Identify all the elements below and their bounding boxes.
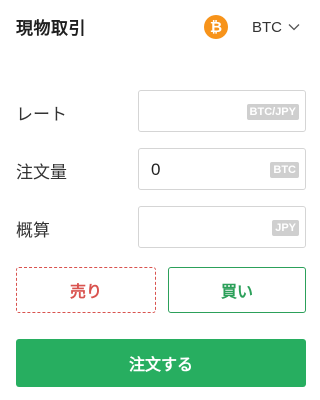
place-order-button[interactable]: 注文する	[16, 339, 306, 387]
estimate-input[interactable]: JPY	[138, 206, 306, 248]
sell-button[interactable]: 売り	[16, 267, 156, 313]
bitcoin-icon: ₿	[204, 15, 228, 39]
rate-unit-badge: BTC/JPY	[246, 104, 299, 120]
amount-value: 0	[151, 160, 161, 179]
amount-unit-badge: BTC	[270, 162, 299, 178]
amount-input[interactable]: 0 BTC	[138, 148, 306, 190]
estimate-unit-badge: JPY	[272, 220, 299, 236]
currency-label: BTC	[252, 18, 282, 36]
amount-label: 注文量	[16, 163, 67, 183]
rate-input[interactable]: BTC/JPY	[138, 90, 306, 132]
buy-button[interactable]: 買い	[168, 267, 306, 313]
rate-label: レート	[16, 105, 67, 125]
estimate-label: 概算	[16, 221, 50, 241]
chevron-down-icon	[288, 24, 300, 31]
page-title: 現物取引	[16, 19, 86, 39]
currency-selector[interactable]: ₿ BTC	[204, 14, 300, 40]
